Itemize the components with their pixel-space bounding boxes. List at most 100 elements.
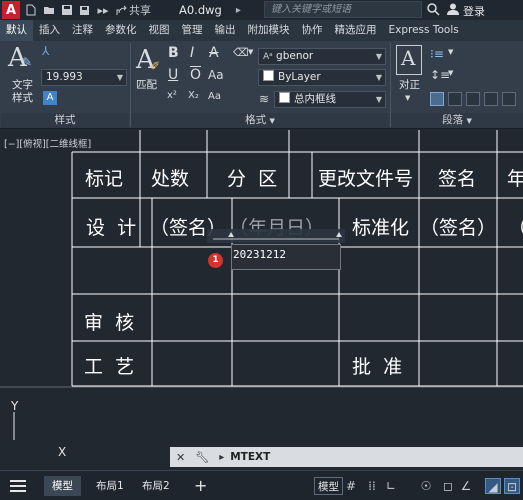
text-height-select[interactable]: 19.993 ▼ bbox=[41, 69, 127, 86]
hamburger-menu-icon[interactable] bbox=[10, 479, 28, 493]
superscript-icon[interactable]: x² bbox=[167, 90, 177, 101]
osnap-icon[interactable]: ◻ bbox=[440, 478, 456, 494]
match-label[interactable]: 匹配 bbox=[136, 79, 157, 92]
tab-addins[interactable]: 附加模块 bbox=[242, 20, 296, 41]
bold-icon[interactable]: B bbox=[168, 45, 179, 61]
distribute-button[interactable] bbox=[502, 92, 516, 106]
user-icon[interactable] bbox=[446, 2, 460, 16]
case-icon[interactable]: Aa bbox=[208, 91, 221, 102]
text-style-pen-icon: ✎ bbox=[22, 55, 33, 69]
annotative-a-icon[interactable]: A bbox=[43, 91, 57, 105]
tab-collaborate[interactable]: 协作 bbox=[296, 20, 329, 41]
transparency-icon[interactable]: ⊡ bbox=[504, 478, 520, 494]
color-value: ByLayer bbox=[278, 71, 321, 83]
panel-format[interactable]: 格式 ▼ bbox=[131, 113, 389, 128]
otrack-icon[interactable]: ∠ bbox=[458, 478, 474, 494]
cell-change-doc: 更改文件号 bbox=[318, 168, 414, 190]
title-bar: A ▸▸ 共享 A0.dwg ▸ bbox=[0, 0, 523, 20]
ucs-x-label: X bbox=[58, 445, 67, 459]
chevron-down-icon[interactable]: ▼ bbox=[405, 94, 410, 102]
strikethrough-a-icon[interactable]: A bbox=[209, 45, 219, 61]
search-icon[interactable] bbox=[426, 2, 440, 16]
tab-default[interactable]: 默认 bbox=[0, 20, 33, 41]
color-select[interactable]: ByLayer ▼ bbox=[258, 69, 386, 86]
underline-icon[interactable]: U bbox=[168, 67, 178, 83]
background-mask-icon[interactable]: ≋ bbox=[259, 92, 269, 106]
cell-standardize: 标准化 bbox=[352, 217, 410, 239]
justify-button[interactable]: A bbox=[396, 45, 422, 75]
login-button[interactable]: 登录 bbox=[463, 3, 485, 19]
chevron-down-icon: ▼ bbox=[269, 117, 275, 125]
grid-icon[interactable]: # bbox=[343, 478, 359, 494]
snap-icon[interactable]: ⁞⁞ bbox=[364, 478, 380, 494]
chevron-down-icon: ▼ bbox=[375, 95, 382, 104]
text-style-label-2[interactable]: 样式 bbox=[12, 92, 33, 105]
background-mask-select[interactable]: 总内框线 ▼ bbox=[274, 91, 386, 108]
subscript-icon[interactable]: X₂ bbox=[188, 90, 199, 101]
document-title: A0.dwg bbox=[179, 3, 222, 17]
cell-design: 设 计 bbox=[86, 217, 137, 239]
list-numbering-icon[interactable]: ▼ bbox=[448, 48, 453, 56]
panel-paragraph[interactable]: 段落 ▼ bbox=[391, 113, 523, 128]
model-space-button[interactable]: 模型 bbox=[314, 477, 343, 495]
tab-layout1[interactable]: 布局1 bbox=[88, 476, 132, 496]
tab-output[interactable]: 输出 bbox=[209, 20, 242, 41]
tab-annotate[interactable]: 注释 bbox=[66, 20, 99, 41]
align-right-button[interactable] bbox=[466, 92, 480, 106]
new-file-icon[interactable] bbox=[24, 3, 38, 17]
share-button[interactable]: 共享 bbox=[116, 2, 151, 18]
save-as-icon[interactable] bbox=[78, 3, 92, 17]
search-input[interactable]: 键入关键字或短语 bbox=[264, 1, 422, 18]
tab-insert[interactable]: 插入 bbox=[33, 20, 66, 41]
save-icon[interactable] bbox=[60, 3, 74, 17]
viewport-controls[interactable]: [−][俯视][二维线框] bbox=[4, 136, 91, 150]
tab-model[interactable]: 模型 bbox=[44, 476, 81, 496]
bg-value: 总内框线 bbox=[294, 93, 336, 105]
tab-express-tools[interactable]: Express Tools bbox=[383, 20, 465, 41]
line-spacing-dropdown-icon[interactable]: ▼ bbox=[448, 69, 453, 77]
mtext-input[interactable]: 20231212 bbox=[233, 248, 286, 261]
color-swatch bbox=[263, 70, 274, 81]
wrench-icon[interactable]: 🔧︎ bbox=[195, 451, 209, 464]
bg-swatch bbox=[279, 92, 290, 103]
close-icon[interactable]: ✕ bbox=[176, 451, 185, 464]
chevron-down-icon: ▼ bbox=[375, 52, 382, 61]
tab-manage[interactable]: 管理 bbox=[176, 20, 209, 41]
cell-review: 审 核 bbox=[84, 312, 135, 334]
cell-partial: （ bbox=[508, 213, 523, 240]
ribbon-panel: A ✎ 文字 样式 ⅄ 19.993 ▼ A 样式 A ✐ 匹配 B I A U… bbox=[0, 41, 523, 129]
cell-year: 年 bbox=[507, 168, 523, 190]
justify-full-button[interactable] bbox=[484, 92, 498, 106]
align-label[interactable]: 对正 bbox=[399, 79, 420, 92]
overline-icon[interactable]: O bbox=[190, 67, 201, 83]
open-folder-icon[interactable] bbox=[42, 3, 56, 17]
step-badge: 1 bbox=[208, 253, 223, 268]
tab-layout2[interactable]: 布局2 bbox=[134, 476, 178, 496]
tab-featured-apps[interactable]: 精选应用 bbox=[329, 20, 383, 41]
app-logo[interactable]: A bbox=[2, 1, 20, 19]
fast-forward-icon[interactable]: ▸▸ bbox=[96, 3, 110, 17]
polar-icon[interactable]: ☉ bbox=[418, 478, 434, 494]
annotative-icon[interactable]: ⅄ bbox=[42, 44, 49, 58]
align-center-button[interactable] bbox=[448, 92, 462, 106]
panel-style[interactable]: 样式 bbox=[1, 113, 129, 128]
chevron-down-icon: ▼ bbox=[466, 117, 472, 125]
mtext-ruler[interactable] bbox=[207, 229, 345, 243]
font-icon: Aᵃ bbox=[263, 52, 273, 62]
lineweight-icon[interactable]: ◢ bbox=[485, 478, 501, 494]
command-text[interactable]: MTEXT bbox=[230, 451, 270, 463]
tab-view[interactable]: 视图 bbox=[143, 20, 176, 41]
case-change-icon[interactable]: Aa bbox=[208, 68, 224, 82]
font-select[interactable]: Aᵃ gbenor ▼ bbox=[258, 48, 386, 65]
ortho-icon[interactable]: ∟ bbox=[383, 478, 399, 494]
tab-parametric[interactable]: 参数化 bbox=[99, 20, 143, 41]
cell-count: 处数 bbox=[151, 168, 190, 190]
add-layout-button[interactable]: + bbox=[186, 476, 215, 496]
align-left-button[interactable] bbox=[430, 92, 444, 106]
clear-format-dropdown-icon[interactable]: ▼ bbox=[248, 48, 253, 56]
bullets-icon[interactable]: ⁝≡ bbox=[430, 47, 444, 61]
italic-icon[interactable]: I bbox=[190, 45, 194, 61]
text-style-label[interactable]: 文字 bbox=[12, 79, 33, 92]
clear-format-icon[interactable]: ⌫ bbox=[233, 46, 249, 59]
command-line[interactable]: ✕ 🔧︎ ▸ MTEXT bbox=[170, 447, 523, 467]
